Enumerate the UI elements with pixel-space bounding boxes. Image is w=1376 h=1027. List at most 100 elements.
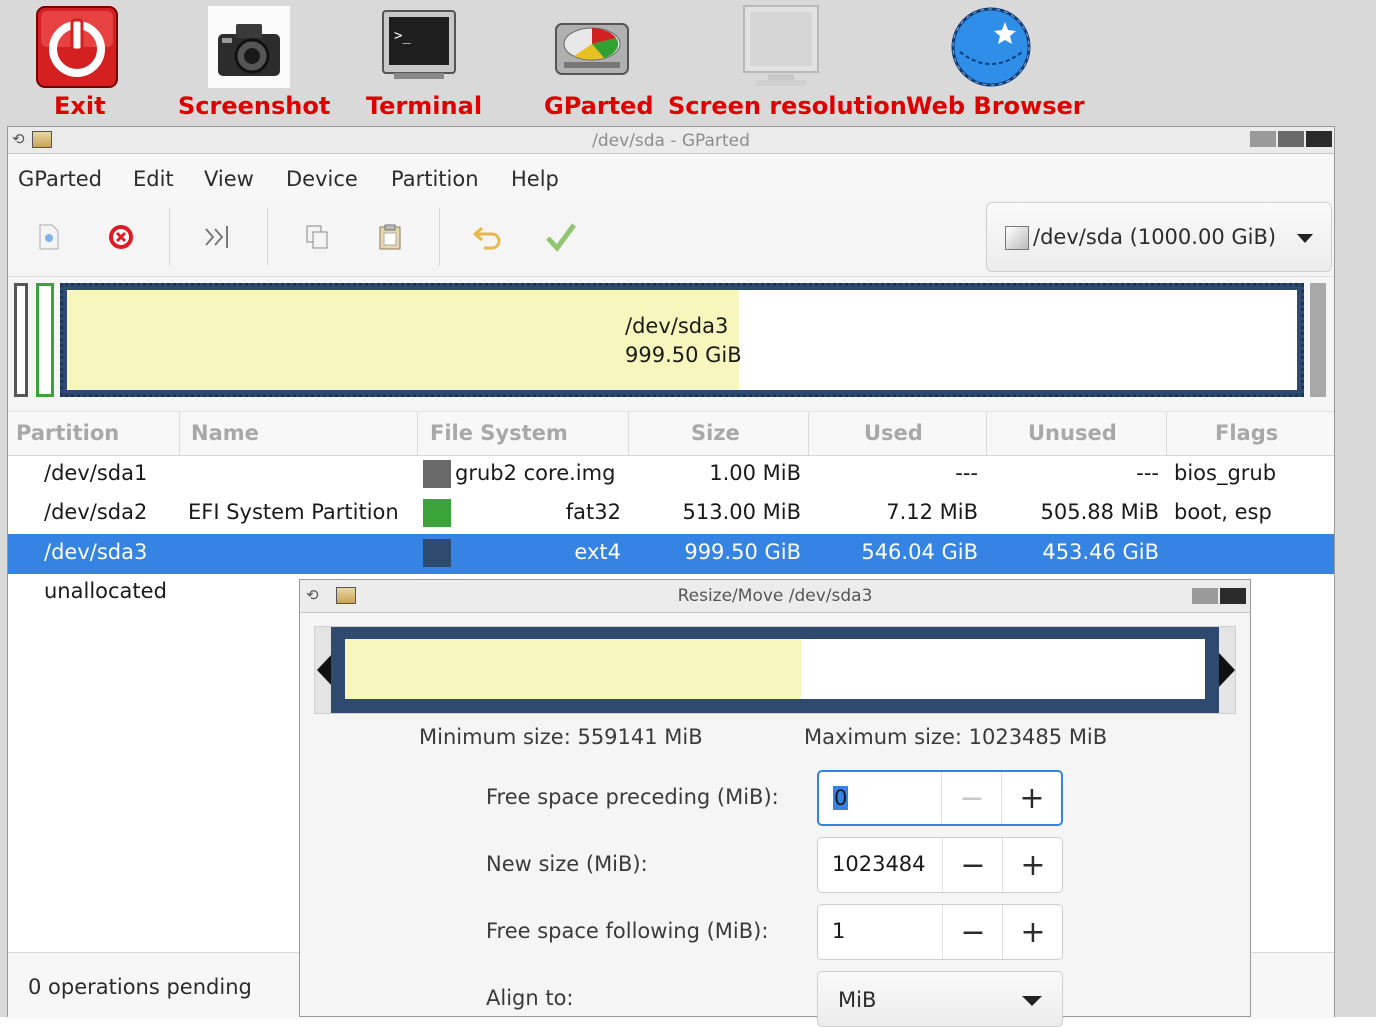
cell-size: 999.50 GiB [684, 540, 801, 564]
free-space-preceding-input[interactable]: 0 [833, 786, 849, 810]
partition-table-header: Partition Name File System Size Used Unu… [8, 411, 1334, 456]
partition-bar-fill [345, 639, 1205, 699]
window-title: /dev/sda - GParted [592, 131, 750, 151]
monitor-icon [742, 4, 820, 88]
desktop-label-screen-resolution: Screen resolution [668, 92, 907, 120]
align-to-label: Align to: [486, 986, 574, 1010]
col-used[interactable]: Used [864, 421, 923, 445]
cell-unused: 505.88 MiB [1040, 500, 1159, 524]
resize-move-button[interactable] [201, 220, 235, 254]
column-divider [808, 412, 809, 455]
cell-partition: unallocated [44, 579, 167, 603]
col-unused[interactable]: Unused [1028, 421, 1117, 445]
disk-map-sda3[interactable]: /dev/sda3 999.50 GiB [60, 283, 1304, 397]
minimum-size-label: Minimum size: 559141 MiB [419, 725, 703, 749]
decrement-button[interactable]: − [941, 772, 1002, 824]
toolbar: /dev/sda (1000.00 GiB) [8, 200, 1334, 277]
device-selector[interactable]: /dev/sda (1000.00 GiB) [986, 202, 1332, 272]
column-divider [417, 412, 418, 455]
cell-unused: 453.46 GiB [1042, 540, 1159, 564]
paste-icon [379, 224, 401, 250]
maximum-size-label: Maximum size: 1023485 MiB [804, 725, 1108, 749]
desktop-label-terminal: Terminal [366, 92, 483, 120]
disk-map-sda2[interactable] [36, 283, 54, 397]
cell-used: --- [955, 461, 978, 485]
svg-text:>_: >_ [394, 28, 411, 44]
table-row-sda3[interactable]: /dev/sda3 ext4 999.50 GiB 546.04 GiB 453… [8, 534, 1334, 574]
dialog-window-controls [1192, 588, 1246, 604]
undo-button[interactable] [470, 220, 504, 254]
maximize-button[interactable] [1192, 588, 1218, 604]
dialog-titlebar[interactable]: ⟲ Resize/Move /dev/sda3 [300, 580, 1250, 613]
paste-button[interactable] [373, 220, 407, 254]
dialog-title: Resize/Move /dev/sda3 [677, 586, 873, 606]
cell-name: EFI System Partition [188, 500, 399, 524]
window-titlebar[interactable]: ⟲ /dev/sda - GParted [8, 127, 1334, 154]
free-space-preceding-stepper[interactable]: 0 − + [817, 770, 1063, 826]
column-divider [1166, 412, 1167, 455]
toolbar-separator [267, 208, 268, 266]
disk-map-unallocated[interactable] [1310, 283, 1326, 397]
decrement-button[interactable]: − [942, 838, 1003, 892]
cell-partition: /dev/sda3 [44, 540, 148, 564]
desktop-label-web-browser: Web Browser [906, 92, 1085, 120]
delete-button[interactable] [104, 220, 138, 254]
power-icon [36, 6, 118, 88]
copy-button[interactable] [300, 220, 334, 254]
column-divider [179, 412, 180, 455]
new-size-stepper[interactable]: 1023484 − + [817, 837, 1063, 893]
free-space-following-input[interactable]: 1 [832, 919, 845, 943]
close-button[interactable] [1306, 131, 1332, 147]
undo-icon [472, 226, 501, 250]
increment-button[interactable]: + [1002, 905, 1063, 959]
terminal-icon: >_ [382, 10, 456, 80]
copy-icon [306, 225, 328, 249]
col-flags[interactable]: Flags [1215, 421, 1278, 445]
free-space-following-stepper[interactable]: 1 − + [817, 904, 1063, 960]
col-file-system[interactable]: File System [430, 421, 568, 445]
align-to-select[interactable]: MiB [817, 971, 1063, 1027]
table-row-sda2[interactable]: /dev/sda2 EFI System Partition fat32 513… [8, 494, 1334, 534]
disk-map-size: 999.50 GiB [625, 343, 742, 367]
menu-gparted[interactable]: GParted [18, 167, 102, 191]
new-partition-button[interactable] [32, 220, 66, 254]
col-name[interactable]: Name [191, 421, 259, 445]
col-size[interactable]: Size [691, 421, 740, 445]
disk-map-label: /dev/sda3 999.50 GiB [625, 312, 742, 370]
partition-bar[interactable] [331, 627, 1219, 713]
apply-icon [546, 223, 577, 252]
fs-color-swatch [423, 539, 451, 567]
free-space-preceding-label: Free space preceding (MiB): [486, 785, 779, 809]
table-row-sda1[interactable]: /dev/sda1 grub2 core.img 1.00 MiB --- --… [8, 455, 1334, 495]
cell-flags: boot, esp [1174, 500, 1272, 524]
new-size-label: New size (MiB): [486, 852, 648, 876]
cell-fs: fat32 [565, 500, 621, 524]
increment-button[interactable]: + [1001, 772, 1062, 824]
free-space-following-label: Free space following (MiB): [486, 919, 769, 943]
menu-view[interactable]: View [204, 167, 254, 191]
resize-graphic [314, 626, 1236, 714]
chevron-down-icon [1297, 234, 1313, 243]
disk-map-sda3-fill: /dev/sda3 999.50 GiB [67, 290, 1297, 390]
minimize-button[interactable] [1250, 131, 1276, 147]
menu-partition[interactable]: Partition [391, 167, 479, 191]
decrement-button[interactable]: − [942, 905, 1003, 959]
cell-partition: /dev/sda2 [44, 500, 148, 524]
close-button[interactable] [1220, 588, 1246, 604]
maximize-button[interactable] [1278, 131, 1304, 147]
fs-color-swatch [423, 499, 451, 527]
apply-button[interactable] [544, 220, 578, 254]
cell-fs: grub2 core.img [455, 461, 616, 485]
new-size-input[interactable]: 1023484 [832, 852, 926, 876]
disk-map-sda1[interactable] [14, 283, 28, 397]
menu-help[interactable]: Help [511, 167, 559, 191]
col-partition[interactable]: Partition [16, 421, 119, 445]
cell-unused: --- [1136, 461, 1159, 485]
menu-device[interactable]: Device [286, 167, 358, 191]
increment-button[interactable]: + [1002, 838, 1063, 892]
cell-size: 513.00 MiB [682, 500, 801, 524]
gparted-icon [554, 18, 630, 80]
cell-used: 7.12 MiB [886, 500, 978, 524]
menu-edit[interactable]: Edit [133, 167, 174, 191]
right-resize-handle[interactable] [1215, 651, 1237, 689]
